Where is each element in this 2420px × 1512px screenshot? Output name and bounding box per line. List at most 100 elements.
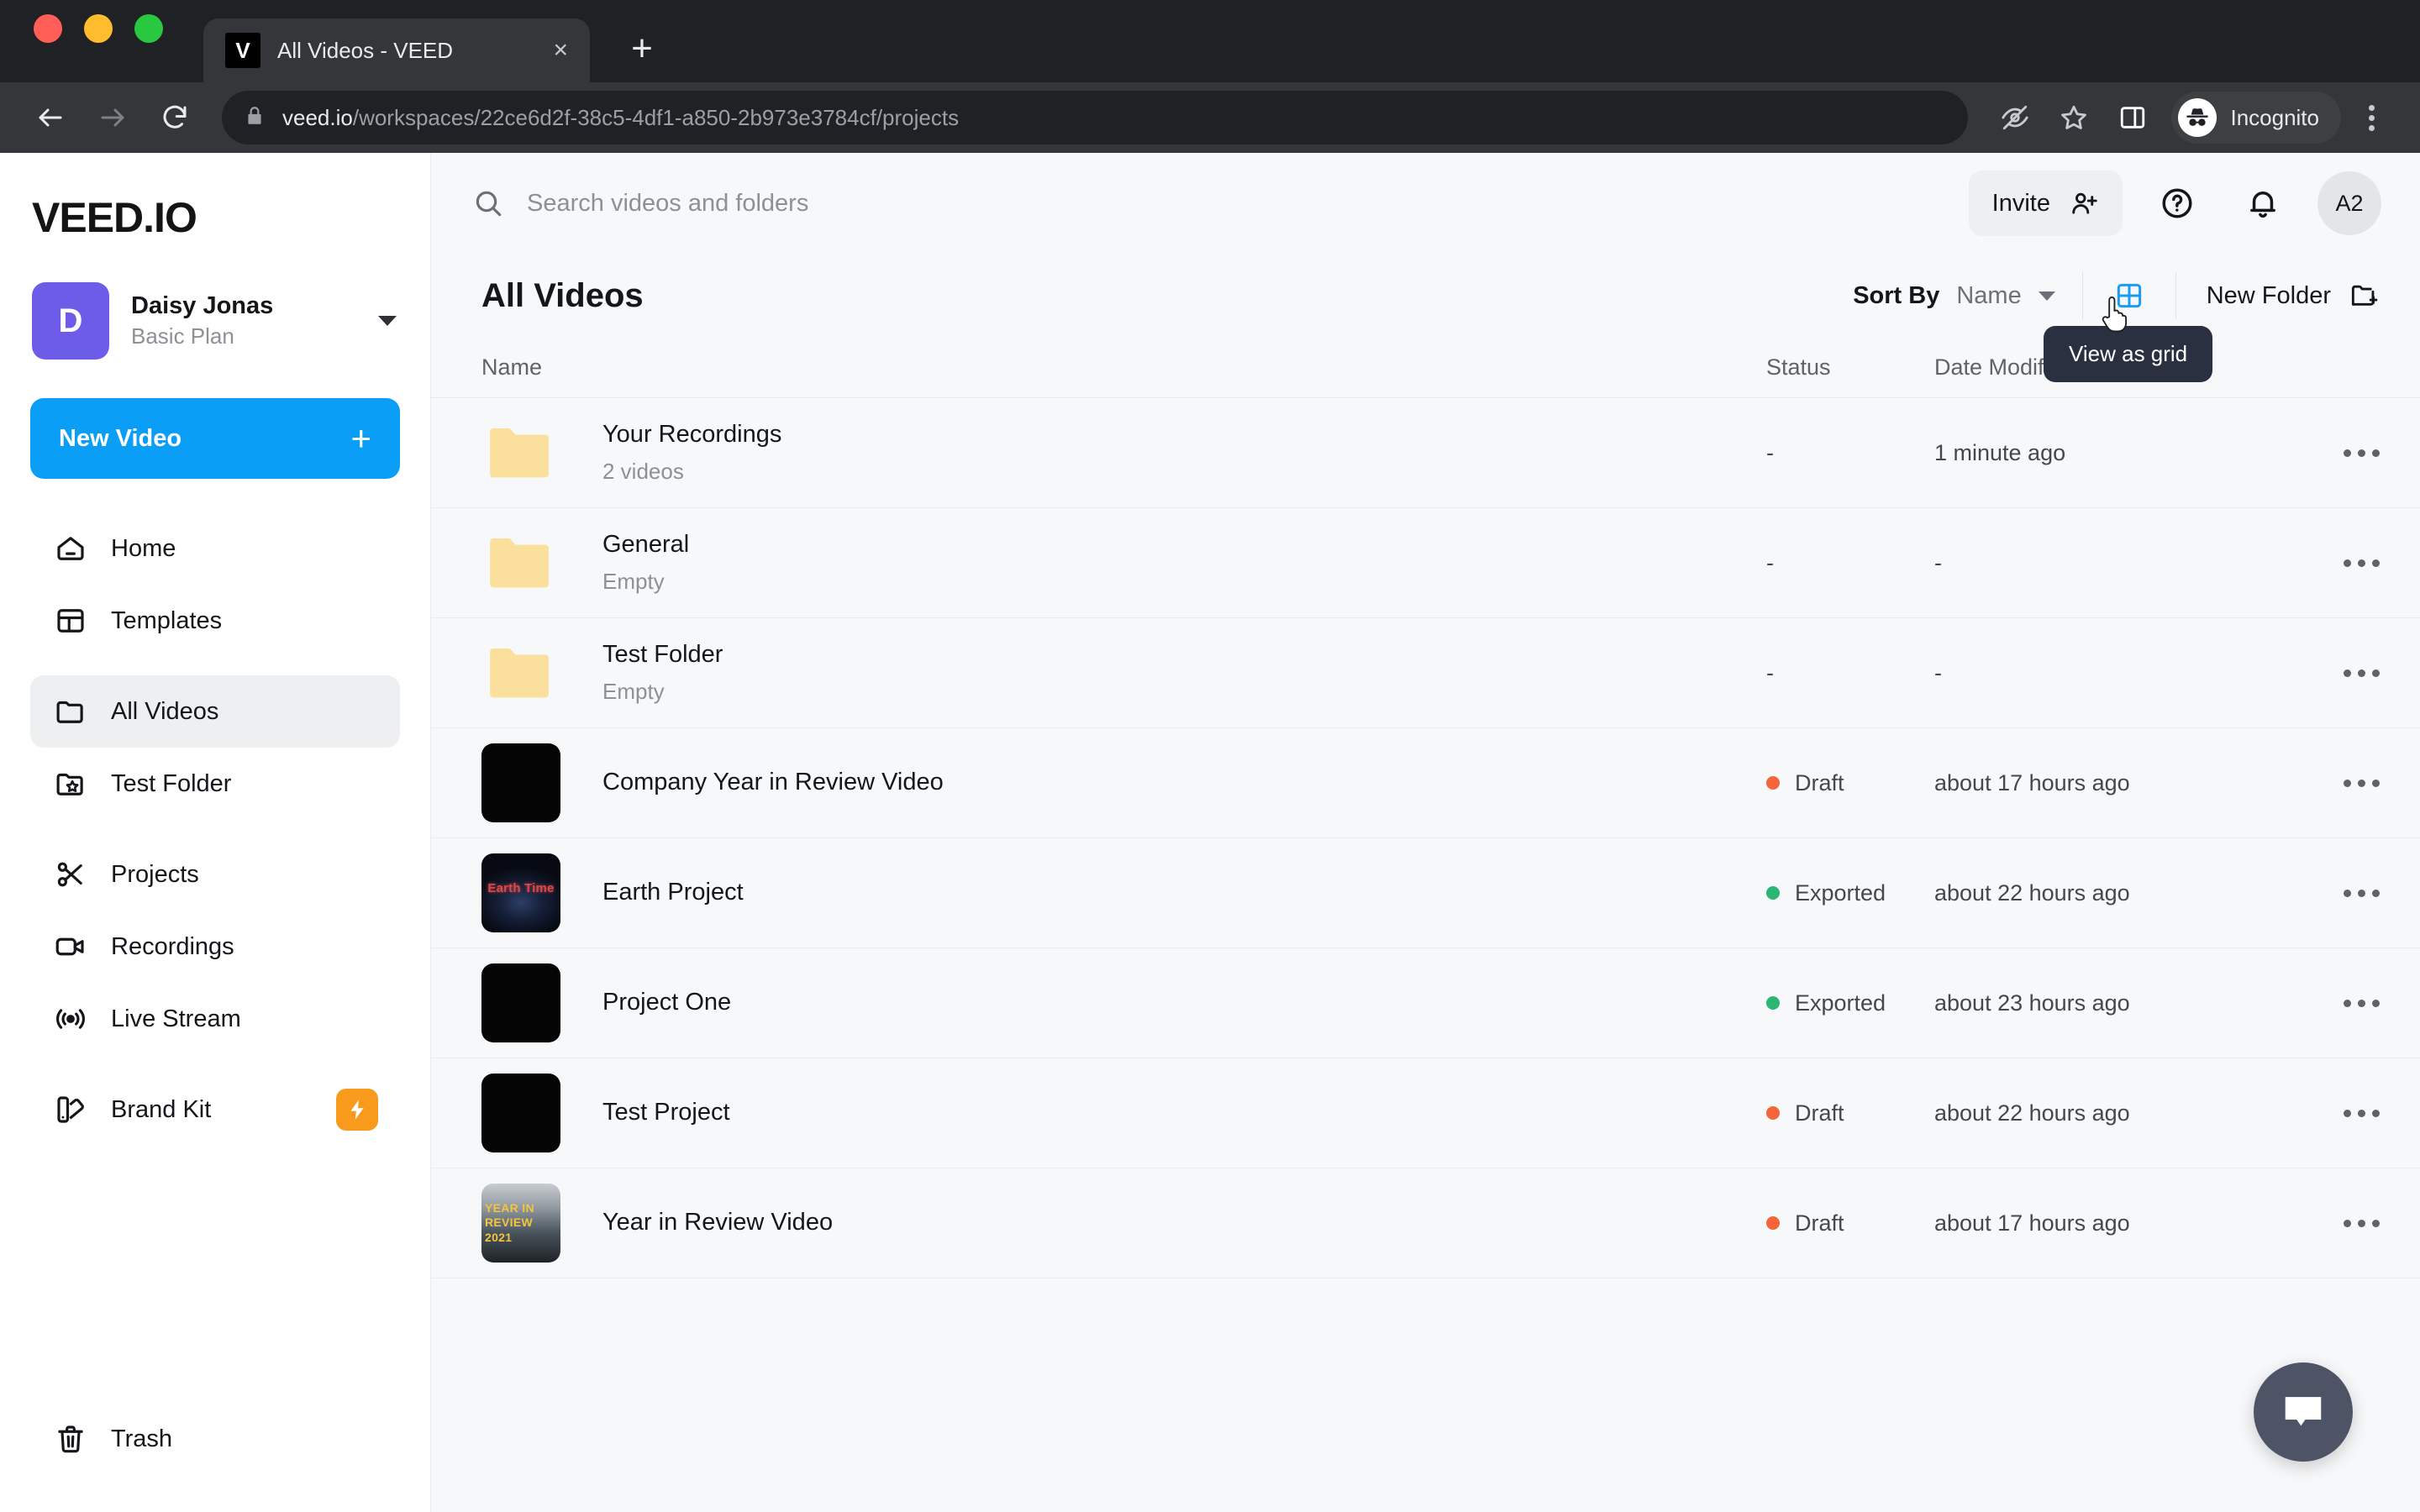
new-tab-button[interactable]: + bbox=[618, 25, 666, 72]
row-actions-menu[interactable] bbox=[2287, 669, 2380, 677]
table-row[interactable]: General Empty - - bbox=[431, 508, 2420, 618]
videos-table: Name Status Date Modified Your Recording… bbox=[431, 338, 2420, 1512]
column-header-name[interactable]: Name bbox=[481, 354, 1766, 381]
status-dash: - bbox=[1766, 549, 1774, 575]
sidebar-item-label: All Videos bbox=[111, 697, 219, 725]
status-badge: Draft bbox=[1795, 1100, 1844, 1126]
table-row[interactable]: Test Project Draft about 22 hours ago bbox=[431, 1058, 2420, 1168]
status-badge: Draft bbox=[1795, 769, 1844, 795]
maximize-window-button[interactable] bbox=[134, 14, 163, 43]
row-status: Draft bbox=[1766, 770, 1934, 796]
column-header-status[interactable]: Status bbox=[1766, 354, 1934, 381]
folder-star-icon bbox=[52, 765, 89, 802]
sort-by-dropdown[interactable]: Sort By Name bbox=[1853, 282, 2082, 310]
video-thumbnail: YEAR IN REVIEW 2021 bbox=[481, 1184, 560, 1263]
browser-tab[interactable]: V All Videos - VEED × bbox=[203, 18, 590, 82]
row-actions-menu[interactable] bbox=[2287, 889, 2380, 897]
row-title: Test Folder bbox=[602, 641, 723, 669]
row-actions-menu[interactable] bbox=[2287, 999, 2380, 1007]
row-name-cell: Test Project bbox=[481, 1074, 1766, 1152]
row-actions-menu[interactable] bbox=[2287, 449, 2380, 457]
row-actions-menu[interactable] bbox=[2287, 559, 2380, 567]
sidebar-item-templates[interactable]: Templates bbox=[30, 585, 400, 657]
table-row[interactable]: Earth Time Earth Project Exported about … bbox=[431, 838, 2420, 948]
sidebar-item-home[interactable]: Home bbox=[30, 512, 400, 585]
sidebar-item-recordings[interactable]: Recordings bbox=[30, 911, 400, 983]
sidebar-item-label: Brand Kit bbox=[111, 1095, 212, 1123]
row-title: Your Recordings bbox=[602, 421, 782, 449]
minimize-window-button[interactable] bbox=[84, 14, 113, 43]
sidebar-item-projects[interactable]: Projects bbox=[30, 838, 400, 911]
chat-support-button[interactable] bbox=[2254, 1362, 2353, 1462]
sidebar-item-brand-kit[interactable]: Brand Kit bbox=[30, 1074, 400, 1146]
thumbnail-line: 2021 bbox=[485, 1230, 513, 1244]
account-switcher[interactable]: D Daisy Jonas Basic Plan bbox=[30, 277, 400, 360]
side-panel-icon[interactable] bbox=[2106, 91, 2160, 144]
notifications-button[interactable] bbox=[2232, 172, 2294, 234]
chevron-down-icon[interactable] bbox=[378, 316, 397, 326]
status-dash: - bbox=[1766, 659, 1774, 685]
row-status: - bbox=[1766, 550, 1934, 576]
trash-icon bbox=[52, 1420, 89, 1457]
reload-icon[interactable] bbox=[148, 91, 202, 144]
new-video-label: New Video bbox=[59, 424, 182, 452]
bolt-icon[interactable] bbox=[336, 1089, 378, 1131]
help-button[interactable] bbox=[2146, 172, 2208, 234]
table-row[interactable]: Company Year in Review Video Draft about… bbox=[431, 728, 2420, 838]
status-dot bbox=[1766, 1216, 1780, 1230]
video-thumbnail bbox=[481, 963, 560, 1042]
row-name-cell: Test Folder Empty bbox=[481, 633, 1766, 712]
row-actions-menu[interactable] bbox=[2287, 779, 2380, 787]
row-actions-menu[interactable] bbox=[2287, 1109, 2380, 1117]
folder-thumbnail-icon bbox=[481, 413, 560, 492]
close-window-button[interactable] bbox=[34, 14, 62, 43]
sidebar-item-label: Home bbox=[111, 534, 176, 562]
brand-kit-icon bbox=[52, 1091, 89, 1128]
sidebar-item-trash[interactable]: Trash bbox=[30, 1403, 400, 1475]
chevron-down-icon bbox=[2038, 291, 2055, 301]
row-date-modified: about 17 hours ago bbox=[1934, 769, 2130, 795]
folder-plus-icon bbox=[2351, 285, 2378, 306]
row-status: Exported bbox=[1766, 880, 1934, 906]
invite-button[interactable]: Invite bbox=[1968, 171, 2123, 236]
user-avatar[interactable]: A2 bbox=[2317, 171, 2381, 235]
eye-slash-icon[interactable] bbox=[1988, 91, 2042, 144]
table-row[interactable]: Your Recordings 2 videos - 1 minute ago bbox=[431, 398, 2420, 508]
broadcast-icon bbox=[52, 1000, 89, 1037]
account-text: Daisy Jonas Basic Plan bbox=[131, 291, 356, 351]
close-tab-icon[interactable]: × bbox=[553, 38, 568, 63]
row-title: Company Year in Review Video bbox=[602, 769, 944, 796]
new-video-button[interactable]: New Video + bbox=[30, 398, 400, 479]
sidebar: VEED.IO D Daisy Jonas Basic Plan New Vid… bbox=[0, 153, 431, 1512]
new-folder-button[interactable]: New Folder bbox=[2176, 280, 2380, 312]
search-placeholder: Search videos and folders bbox=[527, 189, 809, 217]
veed-logo[interactable]: VEED.IO bbox=[30, 153, 400, 277]
table-row[interactable]: Test Folder Empty - - bbox=[431, 618, 2420, 728]
star-icon[interactable] bbox=[2047, 91, 2101, 144]
row-subtitle: Empty bbox=[602, 678, 665, 704]
address-bar[interactable]: veed.io/workspaces/22ce6d2f-38c5-4df1-a8… bbox=[222, 91, 1969, 144]
row-subtitle: Empty bbox=[602, 568, 665, 594]
sort-by-label: Sort By bbox=[1853, 281, 1940, 309]
video-camera-icon bbox=[52, 928, 89, 965]
search-input[interactable]: Search videos and folders bbox=[471, 186, 1945, 220]
table-row[interactable]: Project One Exported about 23 hours ago bbox=[431, 948, 2420, 1058]
thumbnail-line: YEAR IN bbox=[485, 1201, 534, 1215]
row-text: Year in Review Video bbox=[602, 1207, 833, 1239]
sidebar-item-all-videos[interactable]: All Videos bbox=[30, 675, 400, 748]
sidebar-item-live-stream[interactable]: Live Stream bbox=[30, 983, 400, 1055]
row-subtitle: 2 videos bbox=[602, 458, 684, 484]
sidebar-item-label: Recordings bbox=[111, 932, 234, 960]
back-arrow-icon[interactable] bbox=[24, 91, 77, 144]
tab-strip: V All Videos - VEED × + bbox=[0, 0, 2420, 82]
sidebar-item-test-folder[interactable]: Test Folder bbox=[30, 748, 400, 820]
forward-arrow-icon[interactable] bbox=[86, 91, 139, 144]
incognito-profile-button[interactable]: Incognito bbox=[2171, 92, 2341, 144]
three-dots-vertical-icon[interactable] bbox=[2346, 91, 2396, 144]
browser-toolbar: veed.io/workspaces/22ce6d2f-38c5-4df1-a8… bbox=[0, 82, 2420, 153]
row-actions-menu[interactable] bbox=[2287, 1219, 2380, 1227]
folder-thumbnail-icon bbox=[481, 523, 560, 602]
row-title: Test Project bbox=[602, 1099, 730, 1126]
table-row[interactable]: YEAR IN REVIEW 2021 Year in Review Video… bbox=[431, 1168, 2420, 1278]
mouse-cursor bbox=[2096, 292, 2135, 342]
